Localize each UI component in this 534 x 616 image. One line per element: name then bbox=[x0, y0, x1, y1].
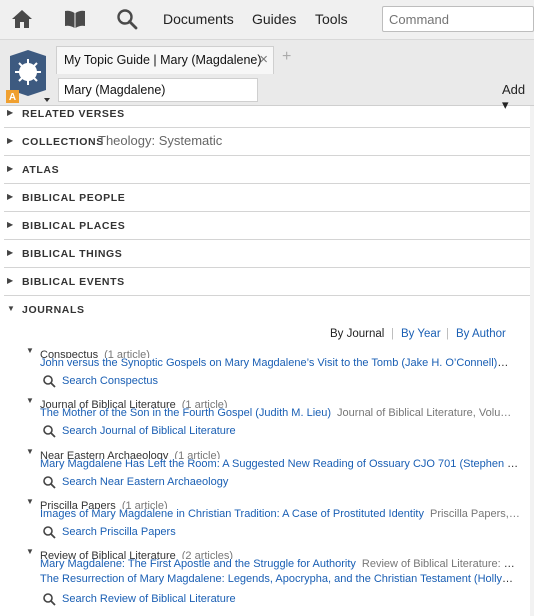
guide-content: ▶ RELATED VERSES ▶ COLLECTIONS Theology:… bbox=[0, 106, 534, 616]
top-toolbar: Documents Guides Tools bbox=[0, 0, 534, 40]
magnifier-icon bbox=[43, 425, 56, 438]
group-collapse-triangle-icon[interactable]: ▼ bbox=[26, 547, 34, 556]
section-biblical-people[interactable]: ▶ BIBLICAL PEOPLE bbox=[4, 184, 530, 212]
sort-by-journal[interactable]: By Journal bbox=[330, 328, 384, 340]
article-item[interactable]: Images of Mary Magdalene in Christian Tr… bbox=[40, 508, 520, 520]
article-source: Priscilla Papers,… bbox=[429, 508, 520, 520]
section-journals[interactable]: ▼ JOURNALS bbox=[4, 296, 530, 324]
sort-separator: | bbox=[446, 328, 449, 340]
group-collapse-triangle-icon[interactable]: ▼ bbox=[26, 497, 34, 506]
expand-triangle-icon[interactable]: ▶ bbox=[7, 108, 13, 117]
article-item[interactable]: Mary Magdalene: The First Apostle and th… bbox=[40, 558, 520, 570]
article-title[interactable]: Mary Magdalene Has Left the Room: A Sugg… bbox=[40, 458, 520, 470]
section-label: BIBLICAL EVENTS bbox=[22, 276, 125, 288]
magnifier-icon bbox=[43, 593, 56, 606]
expand-triangle-icon[interactable]: ▶ bbox=[7, 136, 13, 145]
link-set-badge: A bbox=[9, 92, 16, 103]
article-source: R bbox=[519, 573, 520, 585]
article-item[interactable]: Mary Magdalene Has Left the Room: A Sugg… bbox=[40, 458, 520, 470]
tab-topic-guide[interactable]: My Topic Guide | Mary (Magdalene) × bbox=[56, 46, 274, 74]
article-title[interactable]: The Resurrection of Mary Magdalene: Lege… bbox=[40, 573, 513, 585]
section-biblical-events[interactable]: ▶ BIBLICAL EVENTS bbox=[4, 268, 530, 296]
article-title[interactable]: The Mother of the Son in the Fourth Gosp… bbox=[40, 407, 331, 419]
article-title[interactable]: Images of Mary Magdalene in Christian Tr… bbox=[40, 508, 424, 520]
menu-guides[interactable]: Guides bbox=[252, 11, 296, 27]
tab-title: My Topic Guide | Mary (Magdalene) bbox=[64, 53, 262, 67]
sort-by-year[interactable]: By Year bbox=[401, 328, 441, 340]
section-label: RELATED VERSES bbox=[22, 108, 125, 120]
section-label: JOURNALS bbox=[22, 304, 85, 316]
menu-tools[interactable]: Tools bbox=[315, 11, 348, 27]
section-label: ATLAS bbox=[22, 164, 60, 176]
section-atlas[interactable]: ▶ ATLAS bbox=[4, 156, 530, 184]
topic-input[interactable] bbox=[58, 78, 258, 102]
article-item[interactable]: The Mother of the Son in the Fourth Gosp… bbox=[40, 407, 520, 419]
section-biblical-things[interactable]: ▶ BIBLICAL THINGS bbox=[4, 240, 530, 268]
article-item[interactable]: John versus the Synoptic Gospels on Mary… bbox=[40, 357, 520, 369]
group-collapse-triangle-icon[interactable]: ▼ bbox=[26, 396, 34, 405]
section-collections[interactable]: ▶ COLLECTIONS Theology: Systematic bbox=[4, 128, 530, 156]
section-label: COLLECTIONS bbox=[22, 136, 104, 148]
close-icon[interactable]: × bbox=[259, 51, 268, 68]
expand-triangle-icon[interactable]: ▶ bbox=[7, 164, 13, 173]
section-label: BIBLICAL PLACES bbox=[22, 220, 126, 232]
section-biblical-places[interactable]: ▶ BIBLICAL PLACES bbox=[4, 212, 530, 240]
search-icon[interactable] bbox=[115, 8, 139, 30]
article-title[interactable]: Mary Magdalene: The First Apostle and th… bbox=[40, 558, 356, 570]
expand-triangle-icon[interactable]: ▶ bbox=[7, 248, 13, 257]
section-subtitle[interactable]: Theology: Systematic bbox=[98, 133, 222, 148]
expand-triangle-icon[interactable]: ▶ bbox=[7, 276, 13, 285]
scrollbar[interactable] bbox=[530, 106, 534, 616]
menu-documents[interactable]: Documents bbox=[163, 11, 234, 27]
article-title[interactable]: John versus the Synoptic Gospels on Mary… bbox=[40, 357, 508, 369]
article-source: Review of Biblical Literature: 2… bbox=[361, 558, 520, 570]
new-tab-plus-icon[interactable]: + bbox=[282, 48, 291, 66]
article-source: Journal of Biblical Literature, Volu… bbox=[337, 407, 512, 419]
article-item[interactable]: The Resurrection of Mary Magdalene: Lege… bbox=[40, 573, 520, 585]
group-collapse-triangle-icon[interactable]: ▼ bbox=[26, 346, 34, 355]
collapse-triangle-icon[interactable]: ▼ bbox=[7, 304, 15, 313]
expand-triangle-icon[interactable]: ▶ bbox=[7, 220, 13, 229]
magnifier-icon bbox=[43, 526, 56, 539]
section-label: BIBLICAL PEOPLE bbox=[22, 192, 126, 204]
magnifier-icon bbox=[43, 375, 56, 388]
topic-guide-logo-icon[interactable]: A bbox=[4, 46, 52, 104]
sort-separator: | bbox=[391, 328, 394, 340]
library-book-icon[interactable] bbox=[63, 8, 87, 30]
sort-by-author[interactable]: By Author bbox=[456, 328, 506, 340]
expand-triangle-icon[interactable]: ▶ bbox=[7, 192, 13, 201]
magnifier-icon bbox=[43, 476, 56, 489]
command-input[interactable] bbox=[382, 6, 534, 32]
section-label: BIBLICAL THINGS bbox=[22, 248, 123, 260]
panel-header: A My Topic Guide | Mary (Magdalene) × + … bbox=[0, 40, 534, 112]
home-icon[interactable] bbox=[10, 8, 34, 30]
section-related-verses[interactable]: ▶ RELATED VERSES bbox=[4, 106, 530, 128]
group-collapse-triangle-icon[interactable]: ▼ bbox=[26, 447, 34, 456]
